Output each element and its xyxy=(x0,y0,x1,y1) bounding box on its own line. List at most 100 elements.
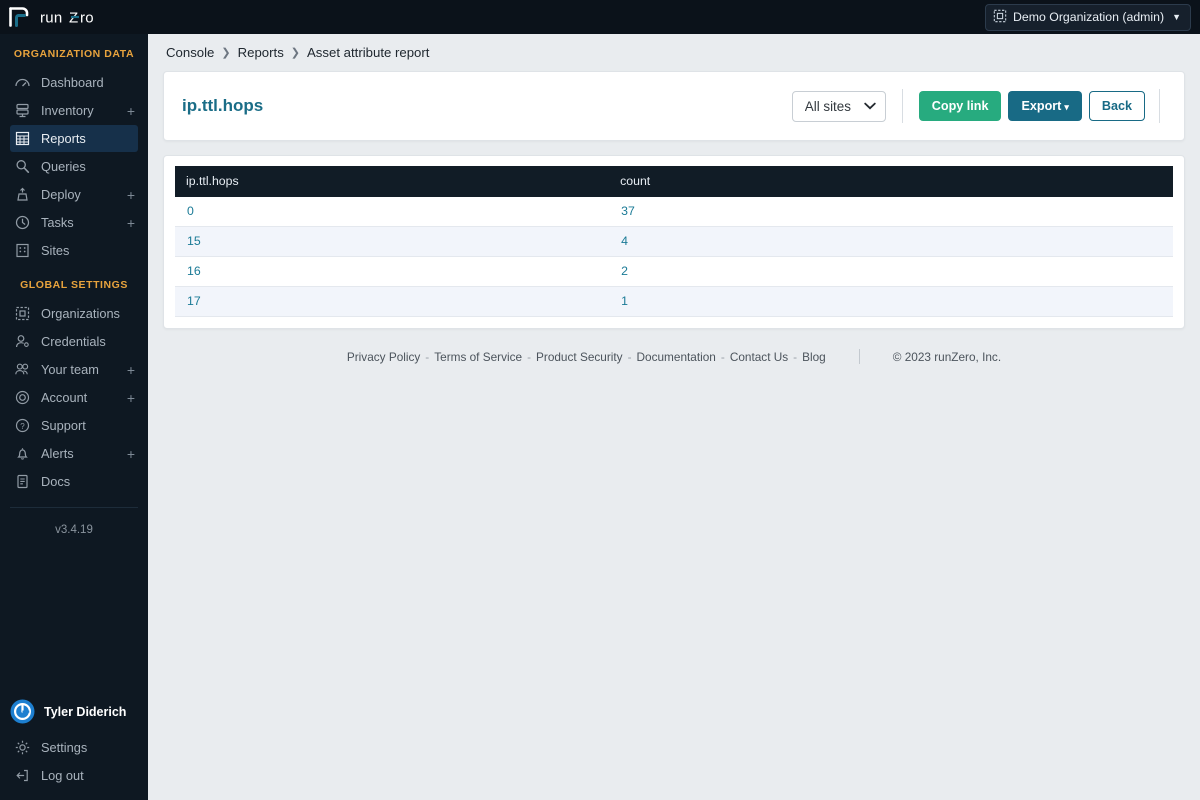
sidebar-item-label: Log out xyxy=(41,768,84,783)
sidebar-item-label: Sites xyxy=(41,243,70,258)
column-header-count[interactable]: count xyxy=(609,166,1173,197)
sidebar-item-log-out[interactable]: Log out xyxy=(10,762,138,789)
expand-icon[interactable]: + xyxy=(127,447,138,461)
expand-icon[interactable]: + xyxy=(127,391,138,405)
sidebar-item-label: Queries xyxy=(41,159,86,174)
sidebar-item-label: Credentials xyxy=(41,334,106,349)
sites-building-icon xyxy=(14,242,31,259)
sidebar-item-inventory[interactable]: Inventory + xyxy=(10,97,138,124)
breadcrumb-separator-icon: ❯ xyxy=(290,47,301,59)
footer-link-product-security[interactable]: Product Security xyxy=(536,350,623,364)
organization-switcher[interactable]: Demo Organization (admin) ▼ xyxy=(985,3,1191,31)
sidebar-item-settings[interactable]: Settings xyxy=(10,734,138,761)
dashboard-icon xyxy=(14,74,31,91)
organization-icon xyxy=(993,9,1007,26)
brand-bar: run Z ro xyxy=(0,0,171,34)
team-users-icon xyxy=(14,361,31,378)
export-button-label: Export xyxy=(1021,99,1062,113)
sidebar-item-organizations[interactable]: Organizations xyxy=(10,300,138,327)
footer-link-blog[interactable]: Blog xyxy=(802,350,826,364)
svg-text:ro: ro xyxy=(80,10,94,25)
column-header-attribute[interactable]: ip.ttl.hops xyxy=(175,166,610,197)
user-avatar-icon xyxy=(10,699,35,724)
breadcrumb-item-reports[interactable]: Reports xyxy=(238,45,284,60)
expand-icon[interactable]: + xyxy=(127,216,138,230)
breadcrumb-item-console[interactable]: Console xyxy=(166,45,214,60)
sidebar-item-reports[interactable]: Reports xyxy=(10,125,138,152)
sidebar-item-credentials[interactable]: Credentials xyxy=(10,328,138,355)
sidebar-item-label: Settings xyxy=(41,740,88,755)
toolbar-divider xyxy=(901,89,903,123)
copy-link-button[interactable]: Copy link xyxy=(918,91,1002,121)
cell-attribute[interactable]: 17 xyxy=(175,286,610,317)
sidebar-item-support[interactable]: ? Support xyxy=(10,412,138,439)
cell-count[interactable]: 4 xyxy=(609,226,1173,257)
user-profile-row[interactable]: Tyler Diderich xyxy=(0,693,148,734)
report-toolbar: All sites Copy link Export ▾ Back xyxy=(791,89,1172,123)
expand-icon[interactable]: + xyxy=(127,363,138,377)
footer-link-documentation[interactable]: Documentation xyxy=(637,350,716,364)
footer-link-contact-us[interactable]: Contact Us xyxy=(730,350,788,364)
cell-count[interactable]: 37 xyxy=(609,197,1173,227)
breadcrumb-separator-icon: ❯ xyxy=(221,47,231,59)
sidebar-item-tasks[interactable]: Tasks + xyxy=(10,209,138,236)
page-title: ip.ttl.hops xyxy=(182,96,264,115)
sidebar-item-account[interactable]: Account + xyxy=(10,384,138,411)
app-root: run Z ro ORGANIZATION DATA xyxy=(0,0,1200,800)
credentials-user-key-icon xyxy=(14,333,31,350)
sidebar-item-sites[interactable]: Sites xyxy=(10,237,138,264)
sidebar-item-your-team[interactable]: Your team + xyxy=(10,356,138,383)
sidebar-item-deploy[interactable]: Deploy + xyxy=(10,181,138,208)
table-body: 0 37 15 4 16 2 17 1 xyxy=(175,197,1173,317)
runzero-wordmark: run Z ro xyxy=(40,9,144,26)
table-row[interactable]: 17 1 xyxy=(175,286,1173,317)
caret-down-icon: ▾ xyxy=(1064,102,1069,112)
footer-link-privacy-policy[interactable]: Privacy Policy xyxy=(347,350,420,364)
deploy-icon xyxy=(14,186,31,203)
sidebar-item-label: Your team xyxy=(41,362,99,377)
cell-attribute[interactable]: 15 xyxy=(175,226,610,257)
report-header-card: ip.ttl.hops All sites Copy link Export▾ xyxy=(163,71,1185,141)
tasks-clock-icon xyxy=(14,214,31,231)
sidebar-item-queries[interactable]: Queries xyxy=(10,153,138,180)
cell-attribute[interactable]: 0 xyxy=(175,197,610,227)
table-row[interactable]: 16 2 xyxy=(175,256,1173,287)
sidebar-section-label-global-settings: GLOBAL SETTINGS xyxy=(20,279,128,291)
magnifier-icon xyxy=(14,158,31,175)
footer-link-terms-of-service[interactable]: Terms of Service xyxy=(434,350,522,364)
app-version: v3.4.19 xyxy=(10,507,138,536)
table-header-row: ip.ttl.hops count xyxy=(175,166,1173,197)
breadcrumb-item-asset-attribute-report[interactable]: Asset attribute report xyxy=(307,45,429,60)
sidebar-item-label: Alerts xyxy=(41,446,74,461)
site-filter-select[interactable]: All sites xyxy=(791,90,886,122)
runzero-logo-icon[interactable] xyxy=(8,6,32,28)
sidebar-item-alerts[interactable]: Alerts + xyxy=(10,440,138,467)
main-area: Demo Organization (admin) ▼ Console ❯ Re… xyxy=(148,0,1200,800)
sidebar-item-label: Support xyxy=(41,418,86,433)
sidebar-item-dashboard[interactable]: Dashboard xyxy=(10,69,138,96)
sidebar-item-label: Deploy xyxy=(41,187,81,202)
footer-separator: - xyxy=(793,349,798,364)
expand-icon[interactable]: + xyxy=(127,104,138,118)
back-button[interactable]: Back xyxy=(1088,91,1145,121)
docs-book-icon xyxy=(14,473,31,490)
sidebar-item-docs[interactable]: Docs xyxy=(10,468,138,495)
expand-icon[interactable]: + xyxy=(127,188,138,202)
cell-attribute[interactable]: 16 xyxy=(175,256,610,287)
organizations-icon xyxy=(14,305,31,322)
table-row[interactable]: 15 4 xyxy=(175,226,1173,257)
cell-count[interactable]: 1 xyxy=(609,286,1173,317)
page-footer: Privacy Policy - Terms of Service - Prod… xyxy=(148,349,1200,364)
sidebar-item-label: Dashboard xyxy=(41,75,104,90)
gear-icon xyxy=(14,739,31,756)
sidebar-section-label-organization-data: ORGANIZATION DATA xyxy=(13,48,135,60)
svg-text:?: ? xyxy=(20,422,25,431)
account-circle-icon xyxy=(14,389,31,406)
sidebar: run Z ro ORGANIZATION DATA xyxy=(0,0,171,800)
report-table-card: ip.ttl.hops count 0 37 15 4 16 2 17 1 xyxy=(163,155,1185,329)
cell-count[interactable]: 2 xyxy=(609,256,1173,287)
table-row[interactable]: 0 37 xyxy=(175,197,1173,227)
site-filter-wrapper: All sites xyxy=(791,90,886,122)
footer-separator: - xyxy=(527,349,532,364)
export-button[interactable]: Export ▾ xyxy=(1008,91,1082,121)
